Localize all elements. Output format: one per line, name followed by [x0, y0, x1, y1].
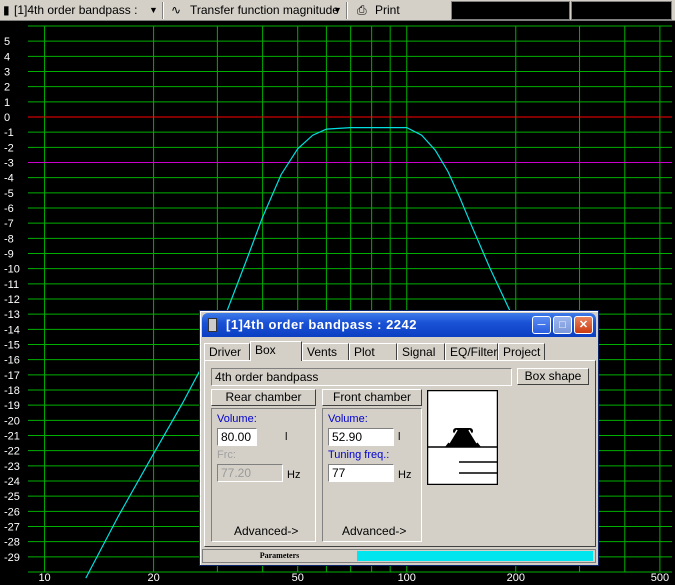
rear-volume-unit: l [285, 431, 288, 443]
status-panel-1 [451, 1, 570, 20]
window-title: [1]4th order bandpass : 2242 [226, 317, 417, 332]
y-tick-label: -25 [4, 491, 20, 503]
y-tick-label: -10 [4, 264, 20, 276]
maximize-icon: □ [553, 316, 572, 334]
status-panel-2 [571, 1, 672, 20]
front-chamber-group: Volume: 52.90 l Tuning freq.: 77 Hz Adva… [322, 408, 422, 542]
rear-chamber-button[interactable]: Rear chamber [211, 389, 316, 406]
box-tab-panel: 4th order bandpass Box shape Rear chambe… [204, 360, 596, 547]
y-tick-label: -14 [4, 324, 20, 336]
tab-strip: Driver Box Vents Plot Signal EQ/Filter P… [204, 341, 596, 361]
y-tick-label: 1 [4, 97, 10, 109]
chevron-down-icon[interactable]: ▼ [333, 2, 342, 19]
status-label: Parameters [259, 551, 300, 560]
x-tick-label: 500 [651, 572, 669, 584]
minimize-icon[interactable]: ─ [532, 316, 551, 334]
y-tick-label: -24 [4, 476, 20, 488]
y-tick-label: -8 [4, 233, 14, 245]
front-volume-label: Volume: [328, 413, 368, 425]
toolbar-divider [346, 2, 348, 19]
bandpass-box-diagram [427, 390, 498, 485]
tab-plot[interactable]: Plot [349, 343, 397, 360]
box-type-field: 4th order bandpass [211, 368, 512, 386]
rear-volume-label: Volume: [217, 413, 257, 425]
y-tick-label: -22 [4, 446, 20, 458]
y-tick-label: -9 [4, 249, 14, 261]
y-tick-label: -2 [4, 142, 14, 154]
print-button[interactable]: Print [375, 2, 400, 19]
rear-frc-label: Frc: [217, 449, 236, 461]
y-tick-label: -17 [4, 370, 20, 382]
y-tick-label: -23 [4, 461, 20, 473]
rear-frc-field: 77.20 [217, 464, 283, 482]
tab-driver[interactable]: Driver [204, 343, 250, 360]
tab-eq-filter[interactable]: EQ/Filter [445, 343, 498, 360]
tab-vents[interactable]: Vents [302, 343, 349, 360]
y-tick-label: -19 [4, 400, 20, 412]
toolbar: ▮ [1]4th order bandpass : ▼ ∿ Transfer f… [0, 0, 675, 21]
y-tick-label: -13 [4, 309, 20, 321]
y-tick-label: -18 [4, 385, 20, 397]
y-tick-label: -27 [4, 522, 20, 534]
box-dialog: [1]4th order bandpass : 2242 ─ □ ✕ Drive… [199, 310, 599, 566]
y-tick-label: -3 [4, 158, 14, 170]
y-tick-label: -26 [4, 506, 20, 518]
y-tick-label: -15 [4, 340, 20, 352]
app-icon [208, 318, 217, 332]
status-bar: Parameters [202, 549, 596, 563]
x-tick-label: 100 [398, 572, 416, 584]
front-volume-field[interactable]: 52.90 [328, 428, 394, 446]
y-tick-label: -16 [4, 355, 20, 367]
tab-project[interactable]: Project [498, 343, 545, 360]
front-tuning-field[interactable]: 77 [328, 464, 394, 482]
rear-advanced-link[interactable]: Advanced-> [234, 524, 298, 538]
y-tick-label: -4 [4, 173, 14, 185]
project-select[interactable]: [1]4th order bandpass : [14, 2, 137, 19]
x-tick-label: 20 [147, 572, 159, 584]
y-tick-label: -21 [4, 431, 20, 443]
tab-signal[interactable]: Signal [397, 343, 445, 360]
x-tick-label: 200 [507, 572, 525, 584]
close-icon[interactable]: ✕ [574, 316, 593, 334]
y-tick-label: -1 [4, 127, 14, 139]
y-tick-label: -6 [4, 203, 14, 215]
front-tuning-label: Tuning freq.: [328, 449, 390, 461]
y-tick-label: 3 [4, 67, 10, 79]
box-shape-button[interactable]: Box shape [517, 368, 589, 385]
y-tick-label: -12 [4, 294, 20, 306]
y-tick-label: -28 [4, 537, 20, 549]
y-tick-label: 2 [4, 82, 10, 94]
rear-frc-unit: Hz [287, 469, 301, 481]
title-bar[interactable]: [1]4th order bandpass : 2242 ─ □ ✕ [202, 313, 596, 337]
y-tick-label: -11 [4, 279, 19, 291]
graph-select[interactable]: Transfer function magnitude [190, 2, 339, 19]
y-tick-label: -29 [4, 552, 20, 564]
y-tick-label: -20 [4, 415, 20, 427]
status-progress-fill [357, 551, 593, 561]
printer-icon: ⎙ [357, 3, 367, 17]
front-tuning-unit: Hz [398, 469, 412, 481]
rear-chamber-group: Volume: 80.00 l Frc: 77.20 Hz Advanced-> [211, 408, 316, 542]
y-tick-label: -7 [4, 218, 14, 230]
chevron-down-icon[interactable]: ▼ [149, 2, 158, 19]
waveform-icon: ∿ [171, 3, 182, 17]
x-tick-label: 50 [292, 572, 304, 584]
rear-volume-field[interactable]: 80.00 [217, 428, 257, 446]
y-tick-label: -5 [4, 188, 14, 200]
front-advanced-link[interactable]: Advanced-> [342, 524, 406, 538]
x-tick-label: 10 [38, 572, 50, 584]
y-tick-label: 4 [4, 51, 10, 63]
toolbar-divider [162, 2, 164, 19]
y-tick-label: 5 [4, 36, 10, 48]
project-icon: ▮ [3, 3, 10, 17]
front-volume-unit: l [398, 431, 401, 443]
front-chamber-button[interactable]: Front chamber [322, 389, 422, 406]
tab-box[interactable]: Box [250, 341, 302, 361]
y-tick-label: 0 [4, 112, 10, 124]
